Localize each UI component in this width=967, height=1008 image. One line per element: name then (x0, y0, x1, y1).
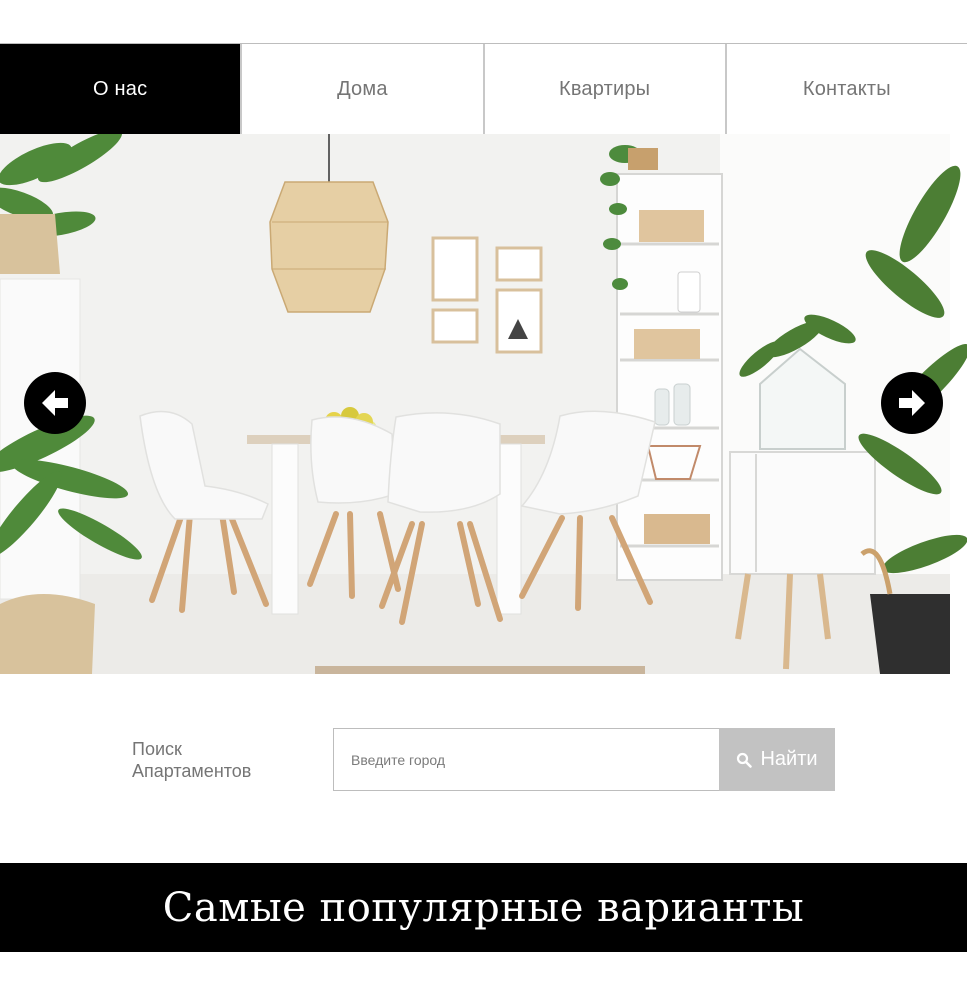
slider-prev-button[interactable] (24, 372, 86, 434)
main-navigation: О нас Дома Квартиры Контакты (0, 43, 967, 134)
popular-section-banner: Самые популярные варианты (0, 863, 967, 952)
popular-section-title: Самые популярные варианты (162, 884, 805, 931)
arrow-left-icon (42, 390, 68, 416)
search-button-label: Найти (760, 748, 818, 770)
search-icon (737, 752, 753, 768)
arrow-right-icon (899, 390, 925, 416)
search-field-wrapper (333, 728, 720, 791)
nav-item-apartments[interactable]: Квартиры (484, 44, 727, 134)
nav-item-contacts[interactable]: Контакты (726, 44, 967, 134)
city-search-input[interactable] (349, 750, 719, 769)
dining-room-image (0, 134, 967, 674)
nav-item-houses[interactable]: Дома (242, 44, 485, 134)
search-label: Поиск Апартаментов (132, 739, 252, 781)
nav-item-about[interactable]: О нас (0, 44, 243, 134)
hero-image-slider (0, 134, 967, 674)
search-button[interactable]: Найти (719, 728, 835, 791)
slider-next-button[interactable] (881, 372, 943, 434)
